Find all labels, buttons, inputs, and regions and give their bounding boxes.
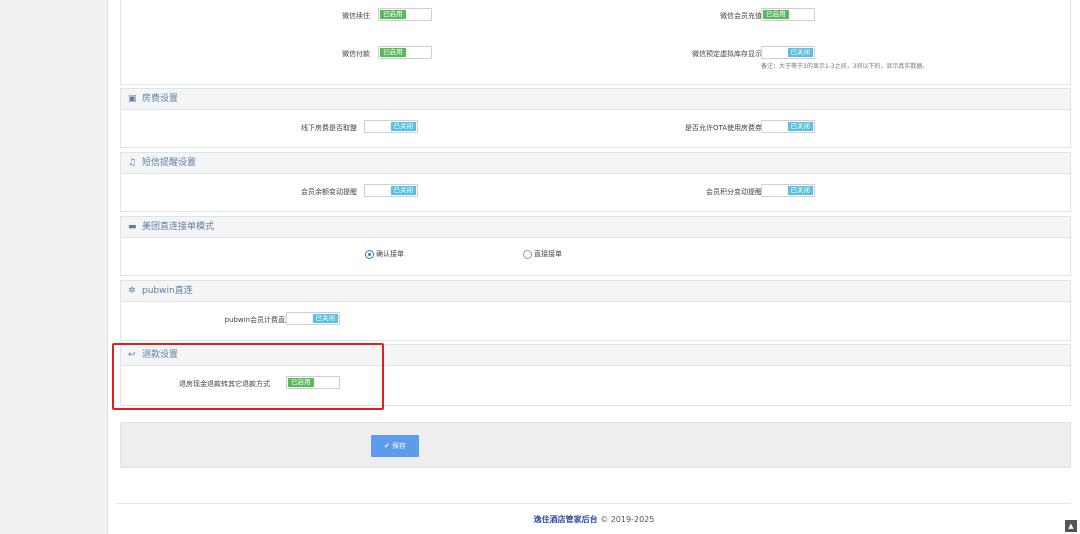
footer: 逸住酒店管家后台 © 2019-2025	[108, 514, 1080, 525]
offline-fee-round-label: 线下房费是否取整	[301, 124, 357, 132]
room-fee-header: ▣ 房费设置	[121, 89, 1070, 110]
balance-change-toggle[interactable]: 已关闭	[364, 184, 418, 197]
sms-panel: ♫ 短信提醒设置 会员余额变动提醒 已关闭 会员积分变动提醒 已关闭	[120, 152, 1071, 212]
wechat-renew-toggle[interactable]: 已启用	[378, 8, 432, 21]
room-fee-panel: ▣ 房费设置 线下房费是否取整 已关闭 是否允许OTA使用房费券 已关闭	[120, 88, 1071, 148]
ota-fee-coupon-label: 是否允许OTA使用房费券	[684, 124, 762, 132]
wechat-settings-panel: 微信续住 已启用 微信会员充值 已启用 微信付款 已启用 微信预定虚拟库存显示 …	[120, 0, 1071, 85]
ota-fee-coupon-toggle[interactable]: 已关闭	[761, 120, 815, 133]
wechat-member-recharge-toggle[interactable]: 已启用	[761, 8, 815, 21]
sms-header: ♫ 短信提醒设置	[121, 153, 1070, 174]
wechat-virtual-stock-toggle[interactable]: 已关闭	[761, 46, 815, 59]
cogs-icon: ✲	[128, 286, 136, 296]
balance-change-label: 会员余额变动提醒	[301, 188, 357, 196]
virtual-stock-note: 备注：大于等于3的显示1-3之间，3间以下的，显示真实数据。	[761, 63, 929, 70]
confirm-order-radio[interactable]: 确认接单	[365, 249, 404, 259]
save-bar: ✔ 保存	[120, 422, 1071, 468]
pubwin-billing-label: pubwin会员计费直连	[224, 316, 292, 324]
footer-brand: 逸住酒店管家后台	[533, 515, 598, 524]
footer-divider	[116, 503, 1071, 504]
bell-icon: ♫	[128, 158, 137, 168]
money-icon: ▣	[128, 94, 137, 104]
left-sidebar	[0, 0, 108, 534]
offline-fee-round-toggle[interactable]: 已关闭	[364, 120, 418, 133]
wechat-renew-label: 微信续住	[342, 12, 370, 20]
pubwin-header: ✲ pubwin直连	[121, 281, 1070, 302]
meituan-panel: ▬ 美团直连接单模式 确认接单 直接接单	[120, 216, 1071, 276]
radio-circle	[365, 249, 374, 259]
back-to-top-icon[interactable]: ▲	[1065, 520, 1077, 532]
points-change-toggle[interactable]: 已关闭	[761, 184, 815, 197]
wechat-pay-toggle[interactable]: 已启用	[378, 46, 432, 59]
points-change-label: 会员积分变动提醒	[706, 188, 762, 196]
footer-copyright: © 2019-2025	[600, 515, 655, 524]
bed-icon: ▬	[128, 222, 137, 232]
meituan-title: 美团直连接单模式	[142, 222, 215, 232]
radio-circle	[523, 249, 532, 259]
sms-title: 短信提醒设置	[142, 158, 197, 168]
direct-order-radio[interactable]: 直接接单	[523, 249, 562, 259]
pubwin-panel: ✲ pubwin直连 pubwin会员计费直连 已关闭	[120, 280, 1071, 341]
wechat-virtual-stock-label: 微信预定虚拟库存显示	[692, 50, 762, 58]
wechat-pay-label: 微信付款	[342, 50, 370, 58]
room-fee-title: 房费设置	[142, 94, 179, 104]
check-icon: ✔	[383, 442, 390, 450]
meituan-header: ▬ 美团直连接单模式	[121, 217, 1070, 238]
pubwin-billing-toggle[interactable]: 已关闭	[286, 312, 340, 325]
main-content: 微信续住 已启用 微信会员充值 已启用 微信付款 已启用 微信预定虚拟库存显示 …	[108, 0, 1080, 534]
pubwin-title: pubwin直连	[142, 286, 193, 296]
save-button[interactable]: ✔ 保存	[371, 435, 419, 457]
highlight-box	[112, 343, 384, 410]
wechat-member-recharge-label: 微信会员充值	[720, 12, 762, 20]
